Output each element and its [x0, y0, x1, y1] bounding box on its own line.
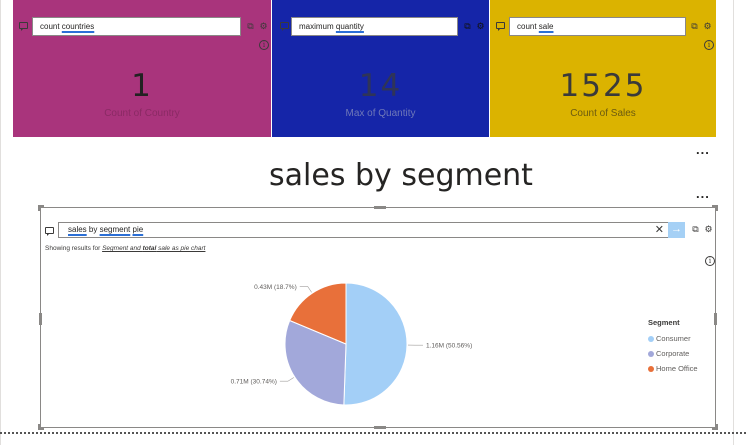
pie-data-label: 0.71M (30.74%)	[231, 378, 277, 385]
legend-marker	[648, 365, 654, 372]
legend-item-consumer[interactable]: Consumer	[648, 331, 698, 346]
legend-item-corporate[interactable]: Corporate	[648, 346, 698, 361]
legend-item-home-office[interactable]: Home Office	[648, 361, 698, 376]
pie-data-label: 1.16M (50.56%)	[426, 342, 472, 349]
pie-chart: 1.16M (50.56%) 0.71M (30.74%) 0.43M (18.7%…	[231, 282, 472, 406]
legend-title: Segment	[648, 318, 680, 327]
legend-marker	[648, 335, 654, 342]
legend-marker	[648, 350, 654, 357]
chart-legend: Segment Consumer Corporate Home Office	[648, 318, 698, 376]
legend-label: Corporate	[656, 349, 690, 358]
pie-data-label: 0.43M (18.7%)	[254, 284, 297, 291]
pie-leader-line	[279, 377, 294, 382]
pie-leader-line	[299, 286, 312, 293]
legend-label: Home Office	[656, 364, 698, 373]
legend-label: Consumer	[656, 334, 691, 343]
pie-slice-consumer[interactable]	[343, 282, 408, 406]
page-bottom-border	[0, 432, 746, 434]
